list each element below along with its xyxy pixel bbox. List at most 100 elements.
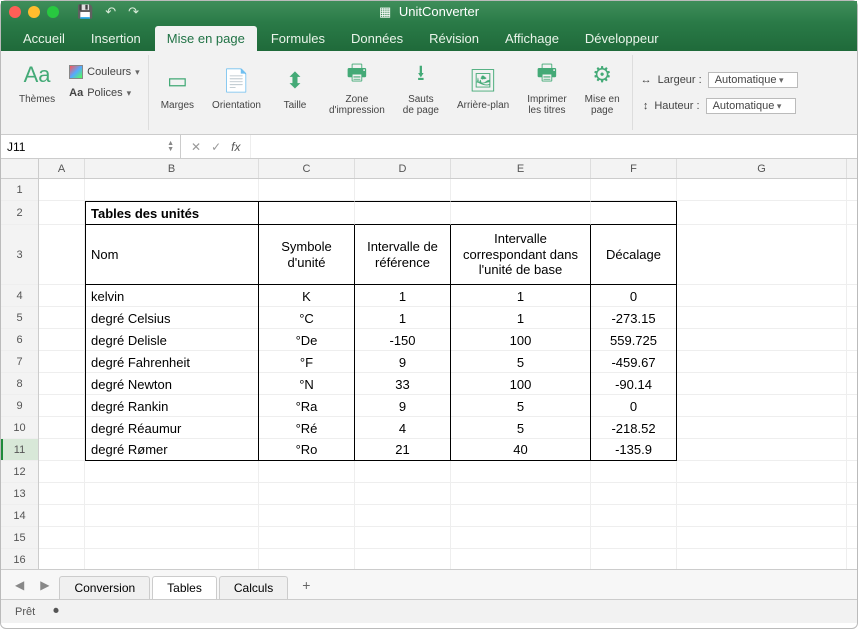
cell-B10[interactable]: degré Réaumur: [85, 417, 259, 439]
cell-B3[interactable]: Nom: [85, 225, 259, 285]
sheet-nav-prev[interactable]: ◀: [9, 578, 30, 592]
cell-E7[interactable]: 5: [451, 351, 591, 373]
cell-G14[interactable]: [677, 505, 847, 527]
sheet-nav-next[interactable]: ▶: [34, 578, 55, 592]
row-header-3[interactable]: 3: [1, 225, 38, 285]
cell-D4[interactable]: 1: [355, 285, 451, 307]
row-header-9[interactable]: 9: [1, 395, 38, 417]
cell-E12[interactable]: [451, 461, 591, 483]
row-header-2[interactable]: 2: [1, 201, 38, 225]
cell-D6[interactable]: -150: [355, 329, 451, 351]
breaks-button[interactable]: ⭳Sauts de page: [399, 57, 443, 118]
row-header-15[interactable]: 15: [1, 527, 38, 549]
cell-G12[interactable]: [677, 461, 847, 483]
cell-E6[interactable]: 100: [451, 329, 591, 351]
name-box[interactable]: J11 ▲▼: [1, 135, 181, 158]
ribbon-tab-insertion[interactable]: Insertion: [79, 26, 153, 51]
ribbon-tab-révision[interactable]: Révision: [417, 26, 491, 51]
col-header-C[interactable]: C: [259, 159, 355, 178]
col-header-A[interactable]: A: [39, 159, 85, 178]
cell-G10[interactable]: [677, 417, 847, 439]
cell-C2[interactable]: [259, 201, 355, 225]
cell-G8[interactable]: [677, 373, 847, 395]
cell-B14[interactable]: [85, 505, 259, 527]
cell-D10[interactable]: 4: [355, 417, 451, 439]
row-header-13[interactable]: 13: [1, 483, 38, 505]
cell-A6[interactable]: [39, 329, 85, 351]
cell-E11[interactable]: 40: [451, 439, 591, 461]
row-header-11[interactable]: 11: [1, 439, 38, 461]
cell-C4[interactable]: K: [259, 285, 355, 307]
macro-record-icon[interactable]: ⏺: [53, 605, 59, 618]
themes-button[interactable]: Aa Thèmes: [15, 57, 59, 107]
ribbon-tab-accueil[interactable]: Accueil: [11, 26, 77, 51]
cell-F14[interactable]: [591, 505, 677, 527]
cell-F1[interactable]: [591, 179, 677, 201]
cell-A16[interactable]: [39, 549, 85, 569]
cell-A7[interactable]: [39, 351, 85, 373]
cell-B9[interactable]: degré Rankin: [85, 395, 259, 417]
cancel-icon[interactable]: ✕: [191, 140, 201, 154]
cell-B16[interactable]: [85, 549, 259, 569]
col-header-F[interactable]: F: [591, 159, 677, 178]
cell-A5[interactable]: [39, 307, 85, 329]
cell-E10[interactable]: 5: [451, 417, 591, 439]
cell-E16[interactable]: [451, 549, 591, 569]
cell-B1[interactable]: [85, 179, 259, 201]
cell-F16[interactable]: [591, 549, 677, 569]
row-header-16[interactable]: 16: [1, 549, 38, 569]
cell-F3[interactable]: Décalage: [591, 225, 677, 285]
formula-input[interactable]: [251, 135, 857, 158]
cell-B4[interactable]: kelvin: [85, 285, 259, 307]
cell-E2[interactable]: [451, 201, 591, 225]
cell-D14[interactable]: [355, 505, 451, 527]
sheet-tab-calculs[interactable]: Calculs: [219, 576, 288, 599]
row-header-10[interactable]: 10: [1, 417, 38, 439]
cell-F12[interactable]: [591, 461, 677, 483]
row-header-7[interactable]: 7: [1, 351, 38, 373]
col-header-E[interactable]: E: [451, 159, 591, 178]
cell-D3[interactable]: Intervalle de référence: [355, 225, 451, 285]
cell-G4[interactable]: [677, 285, 847, 307]
cell-D9[interactable]: 9: [355, 395, 451, 417]
print-titles-button[interactable]: 🖶Imprimer les titres: [523, 57, 570, 118]
fx-icon[interactable]: fx: [231, 140, 240, 154]
cell-G6[interactable]: [677, 329, 847, 351]
cell-F2[interactable]: [591, 201, 677, 225]
col-header-G[interactable]: G: [677, 159, 847, 178]
cell-D7[interactable]: 9: [355, 351, 451, 373]
spreadsheet-grid[interactable]: ABCDEFG 12345678910111213141516 Tables d…: [1, 159, 857, 569]
cell-E9[interactable]: 5: [451, 395, 591, 417]
row-headers[interactable]: 12345678910111213141516: [1, 179, 39, 569]
sheet-tab-conversion[interactable]: Conversion: [59, 576, 150, 599]
cell-A1[interactable]: [39, 179, 85, 201]
cell-C16[interactable]: [259, 549, 355, 569]
cells-area[interactable]: Tables des unitésNomSymbole d'unitéInter…: [39, 179, 857, 569]
sheet-tab-tables[interactable]: Tables: [152, 576, 217, 599]
namebox-stepper-icon[interactable]: ▲▼: [167, 141, 174, 153]
cell-G1[interactable]: [677, 179, 847, 201]
cell-A8[interactable]: [39, 373, 85, 395]
cell-G13[interactable]: [677, 483, 847, 505]
margins-button[interactable]: ▭Marges: [157, 63, 198, 113]
width-dropdown[interactable]: Automatique: [708, 72, 798, 88]
cell-F8[interactable]: -90.14: [591, 373, 677, 395]
cell-B13[interactable]: [85, 483, 259, 505]
cell-A9[interactable]: [39, 395, 85, 417]
cell-A3[interactable]: [39, 225, 85, 285]
cell-C12[interactable]: [259, 461, 355, 483]
row-header-12[interactable]: 12: [1, 461, 38, 483]
undo-icon[interactable]: ↶: [105, 4, 116, 20]
col-header-B[interactable]: B: [85, 159, 259, 178]
cell-B7[interactable]: degré Fahrenheit: [85, 351, 259, 373]
column-headers[interactable]: ABCDEFG: [39, 159, 857, 179]
row-header-4[interactable]: 4: [1, 285, 38, 307]
ribbon-tab-formules[interactable]: Formules: [259, 26, 337, 51]
select-all-corner[interactable]: [1, 159, 39, 179]
ribbon-tab-données[interactable]: Données: [339, 26, 415, 51]
cell-C7[interactable]: °F: [259, 351, 355, 373]
cell-G15[interactable]: [677, 527, 847, 549]
cell-F13[interactable]: [591, 483, 677, 505]
cell-A10[interactable]: [39, 417, 85, 439]
page-setup-button[interactable]: ⚙Mise en page: [581, 57, 624, 118]
